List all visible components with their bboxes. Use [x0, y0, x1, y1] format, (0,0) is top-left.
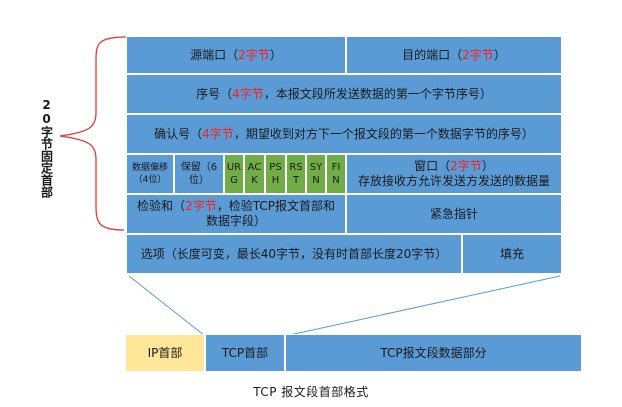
connector-line-left	[128, 275, 206, 337]
figure-caption: TCP 报文段首部格式	[253, 385, 369, 399]
fixed-header-label: 20字节固定首部	[32, 98, 60, 198]
tcp-data-cell: TCP报文段数据部分	[285, 334, 582, 372]
tcp-data-label: TCP报文段数据部分	[380, 345, 487, 360]
tcp-header-cell: TCP首部	[205, 334, 285, 372]
ip-header-cell: IP首部	[125, 334, 205, 372]
connector-line-right	[284, 275, 561, 337]
tcp-header-label: TCP首部	[221, 345, 269, 360]
fixed-header-brace	[59, 36, 127, 231]
fixed-header-label-text: 20字节固定首部	[39, 98, 54, 198]
ip-header-label: IP首部	[147, 345, 183, 360]
